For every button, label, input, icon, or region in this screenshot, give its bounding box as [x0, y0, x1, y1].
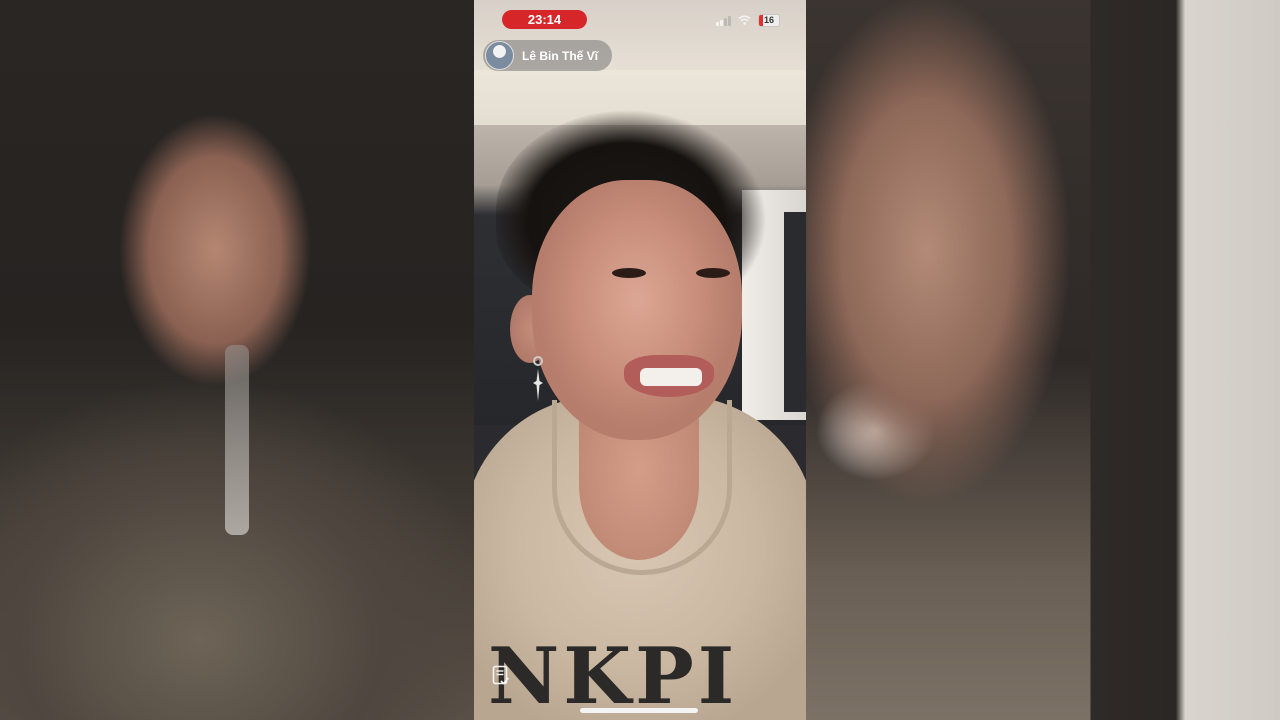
battery-level: 16 [763, 14, 774, 25]
live-video-frame: NKPI 23:14 16 Lê Bin Thế Vĩ [474, 0, 806, 720]
host-name: Lê Bin Thế Vĩ [522, 48, 599, 63]
status-time: 23:14 [527, 12, 562, 27]
wifi-icon [738, 15, 751, 25]
earring [533, 356, 543, 401]
blurred-earring [225, 345, 249, 535]
face [532, 180, 742, 440]
home-indicator[interactable] [580, 708, 698, 713]
blurred-backdrop-left [0, 0, 474, 720]
time-pill: 23:14 [502, 10, 587, 29]
battery-icon: 16 [758, 13, 780, 27]
status-icons: 16 [716, 11, 780, 29]
avatar[interactable] [485, 41, 514, 70]
window-glass [784, 212, 806, 412]
teeth [640, 368, 702, 386]
right-eye [696, 268, 730, 278]
blurred-backdrop-right [806, 0, 1280, 720]
notes-icon [492, 665, 510, 685]
notes-button[interactable] [490, 664, 512, 688]
shirt-print: NKPI [488, 632, 739, 720]
left-eye [612, 268, 646, 278]
signal-icon [716, 15, 731, 26]
host-chip[interactable]: Lê Bin Thế Vĩ [483, 40, 613, 71]
